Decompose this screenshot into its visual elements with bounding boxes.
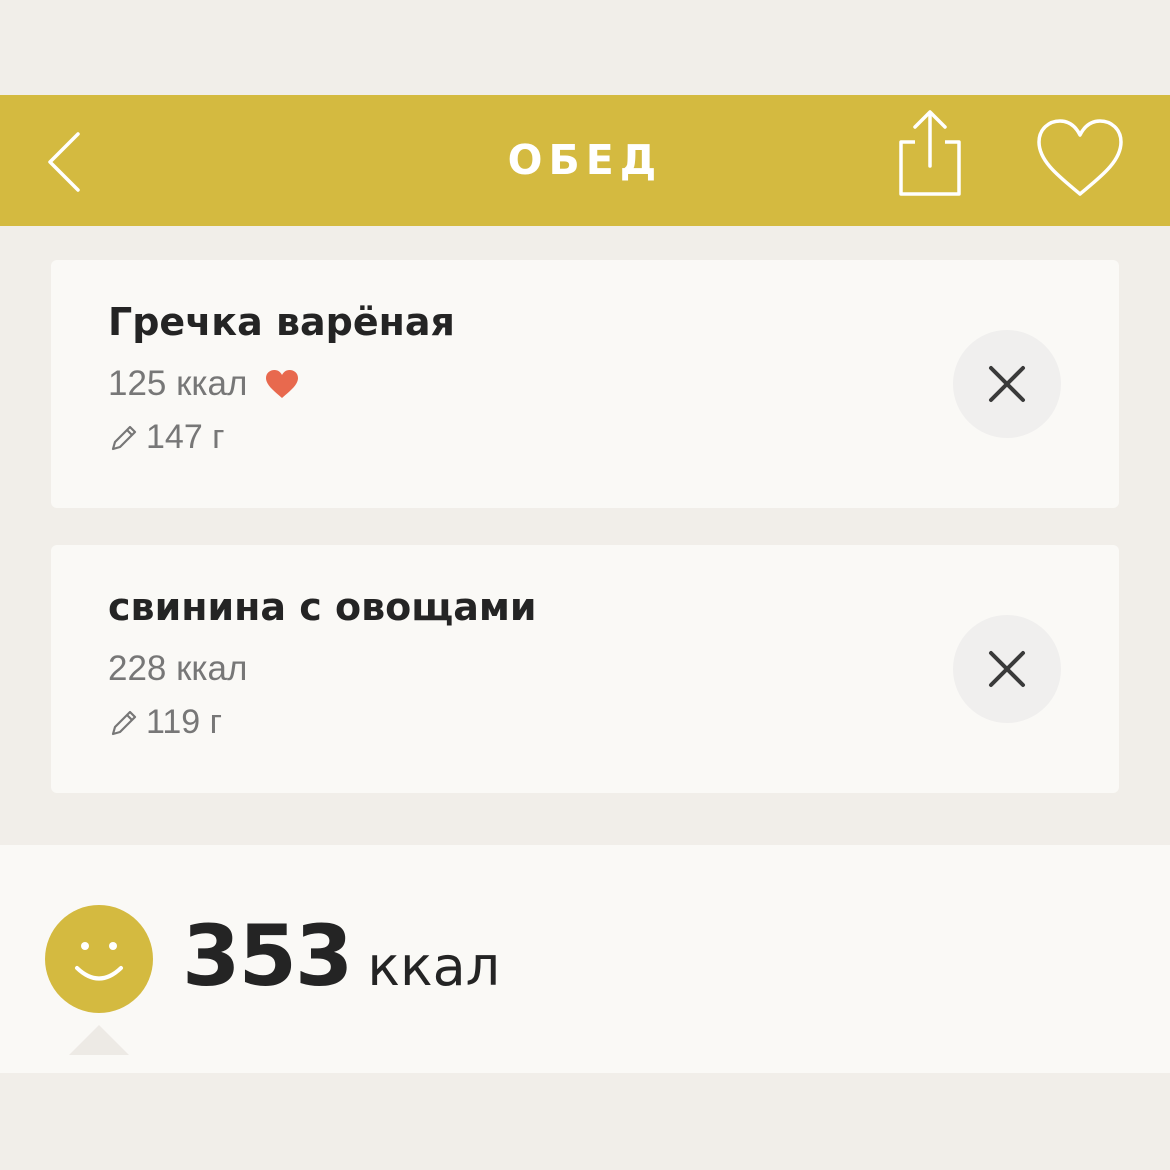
food-item-weight-edit[interactable]: 147 г [108,418,225,457]
food-item-name: свинина с овощами [108,585,537,629]
back-button[interactable] [34,117,94,207]
heart-outline-icon [1037,119,1123,196]
food-item-weight-edit[interactable]: 119 г [108,703,222,742]
food-item-weight: 147 г [146,418,225,456]
total-calories: 353 ккал [182,907,500,1007]
close-icon [989,366,1025,402]
total-calories-panel: 353 ккал [0,845,1170,1073]
pencil-icon [111,425,137,450]
food-item-card[interactable]: Гречка варёная 125 ккал 147 г [51,260,1119,508]
chevron-left-icon [48,132,80,192]
remove-item-button[interactable] [953,615,1061,723]
smiley-icon [45,905,153,1013]
share-button[interactable] [884,103,976,203]
close-icon [989,651,1025,687]
food-item-calories-row: 228 ккал [108,649,247,689]
heart-filled-icon [265,369,299,399]
page-title: ОБЕД [507,136,663,184]
pointer-triangle [69,1025,129,1055]
food-item-calories: 228 ккал [108,649,248,688]
food-item-name: Гречка варёная [108,300,455,344]
share-icon [899,110,961,196]
remove-item-button[interactable] [953,330,1061,438]
food-item-weight: 119 г [146,703,223,741]
pencil-icon [111,710,137,735]
food-item-calories-row: 125 ккал [108,364,299,404]
food-item-calories: 125 ккал [108,364,248,403]
total-calories-unit: ккал [367,935,501,998]
food-item-card[interactable]: свинина с овощами 228 ккал 119 г [51,545,1119,793]
total-calories-value: 353 [182,907,353,1005]
favorite-button[interactable] [1030,109,1130,209]
header-bar: ОБЕД [0,95,1170,226]
